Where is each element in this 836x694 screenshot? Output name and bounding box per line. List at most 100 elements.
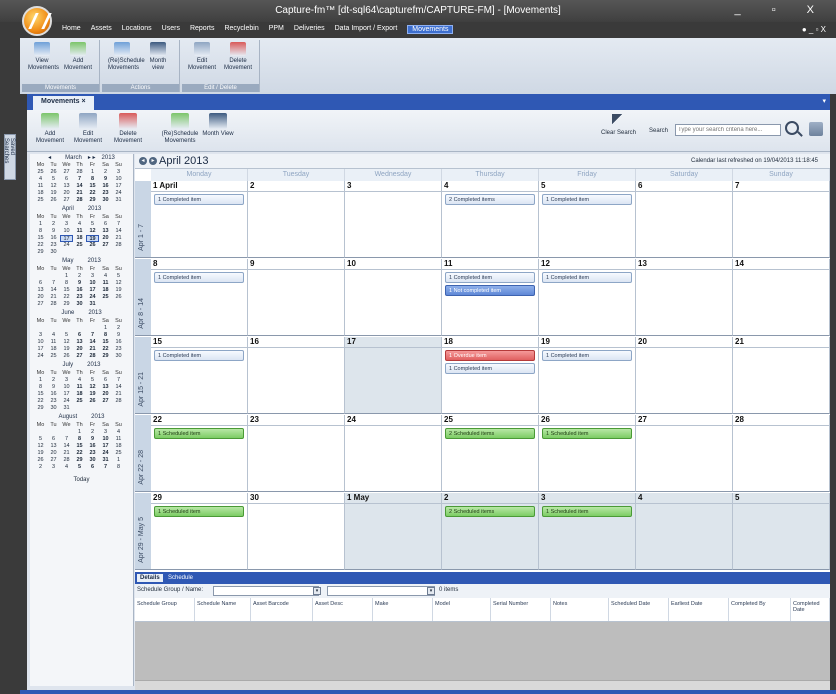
day-cell[interactable]: 12 1 Completed item xyxy=(539,259,636,336)
mini-day[interactable]: 8 xyxy=(86,176,99,183)
mini-day[interactable]: 7 xyxy=(86,332,99,339)
day-cell[interactable]: 30 xyxy=(248,493,345,570)
day-cell[interactable]: 3 xyxy=(345,181,442,258)
mini-day[interactable]: 25 xyxy=(34,197,47,204)
mini-day[interactable]: 22 xyxy=(34,398,47,405)
calendar-event[interactable]: 1 Completed item xyxy=(542,194,632,205)
column-header[interactable]: Asset Barcode xyxy=(251,598,313,621)
column-header[interactable]: Model xyxy=(433,598,491,621)
day-cell[interactable]: 26 1 Scheduled item xyxy=(539,415,636,492)
mini-day[interactable]: 17 xyxy=(60,235,73,242)
mini-day[interactable]: 30 xyxy=(47,405,60,412)
day-cell[interactable]: 8 1 Completed item xyxy=(151,259,248,336)
mini-day[interactable]: 27 xyxy=(60,197,73,204)
mini-day[interactable]: 29 xyxy=(99,353,112,360)
mini-day[interactable]: 7 xyxy=(112,221,125,228)
mini-day[interactable]: 11 xyxy=(112,436,125,443)
day-cell[interactable]: 9 xyxy=(248,259,345,336)
mini-day[interactable]: 30 xyxy=(47,249,60,256)
mini-day[interactable]: 4 xyxy=(47,332,60,339)
mini-day[interactable]: 16 xyxy=(73,287,86,294)
close-icon[interactable]: × xyxy=(81,98,85,105)
mini-day[interactable] xyxy=(73,249,86,256)
mini-day[interactable]: 17 xyxy=(99,443,112,450)
mini-day[interactable]: 16 xyxy=(86,443,99,450)
mini-day[interactable]: 29 xyxy=(73,457,86,464)
mini-day[interactable]: 19 xyxy=(86,235,99,242)
mini-day[interactable]: 6 xyxy=(73,332,86,339)
mini-day[interactable]: 4 xyxy=(99,273,112,280)
mini-day[interactable]: 13 xyxy=(99,228,112,235)
mini-day[interactable]: 9 xyxy=(47,384,60,391)
search-icon[interactable] xyxy=(785,121,799,135)
menu-right-controls[interactable]: ● _ ▫ X xyxy=(802,25,826,34)
mini-day[interactable]: 17 xyxy=(112,183,125,190)
mini-day[interactable]: 2 xyxy=(99,169,112,176)
mini-day[interactable]: 2 xyxy=(86,429,99,436)
mini-day[interactable]: 26 xyxy=(47,197,60,204)
mini-day[interactable]: 28 xyxy=(86,353,99,360)
mini-day[interactable]: 10 xyxy=(99,436,112,443)
day-cell[interactable]: 2 xyxy=(248,181,345,258)
mini-day[interactable]: 3 xyxy=(99,429,112,436)
day-cell[interactable]: 16 xyxy=(248,337,345,414)
day-cell[interactable]: 1 May xyxy=(345,493,442,570)
toolbar-button-add-movement[interactable]: Add Movement xyxy=(31,113,69,145)
calendar-event[interactable]: 2 Scheduled items xyxy=(445,428,535,439)
ribbon-button-month-view[interactable]: Month view xyxy=(144,42,172,72)
calendar-event[interactable]: 1 Scheduled item xyxy=(154,506,244,517)
next-month-icon[interactable]: ▸ xyxy=(149,157,157,165)
mini-day[interactable]: 7 xyxy=(60,436,73,443)
mini-day[interactable]: 3 xyxy=(60,377,73,384)
mini-day[interactable]: 16 xyxy=(99,183,112,190)
mini-day[interactable]: 26 xyxy=(86,398,99,405)
mini-day[interactable]: 1 xyxy=(112,457,125,464)
mini-day[interactable]: 22 xyxy=(34,242,47,249)
mini-day[interactable]: 31 xyxy=(99,457,112,464)
mini-day[interactable]: 18 xyxy=(112,443,125,450)
mini-day[interactable]: 4 xyxy=(73,377,86,384)
mini-day[interactable]: 20 xyxy=(34,294,47,301)
mini-day[interactable]: 26 xyxy=(112,294,125,301)
column-header[interactable]: Asset Desc xyxy=(313,598,373,621)
mini-day[interactable]: 12 xyxy=(86,384,99,391)
mini-day[interactable]: 30 xyxy=(86,457,99,464)
mini-day[interactable]: 1 xyxy=(86,169,99,176)
column-header[interactable]: Make xyxy=(373,598,433,621)
day-cell[interactable]: 7 xyxy=(733,181,830,258)
mini-day[interactable]: 19 xyxy=(34,450,47,457)
day-cell[interactable]: 15 1 Completed item xyxy=(151,337,248,414)
mini-day[interactable] xyxy=(34,429,47,436)
mini-day[interactable]: 10 xyxy=(60,384,73,391)
mini-day[interactable]: 5 xyxy=(112,273,125,280)
menu-item-locations[interactable]: Locations xyxy=(122,25,152,34)
mini-day[interactable]: 27 xyxy=(99,242,112,249)
mini-day[interactable]: 13 xyxy=(73,339,86,346)
mini-day[interactable]: 1 xyxy=(34,221,47,228)
mini-day[interactable]: 4 xyxy=(73,221,86,228)
mini-day[interactable]: 1 xyxy=(60,273,73,280)
mini-day[interactable]: 28 xyxy=(60,457,73,464)
calendar-event[interactable]: 1 Completed item xyxy=(542,272,632,283)
day-cell[interactable]: 10 xyxy=(345,259,442,336)
mini-day[interactable]: 15 xyxy=(60,287,73,294)
toolbar-button-delete-movement[interactable]: Delete Movement xyxy=(109,113,147,145)
day-cell[interactable]: 20 xyxy=(636,337,733,414)
mini-day[interactable]: 25 xyxy=(73,398,86,405)
mini-day[interactable]: 4 xyxy=(34,176,47,183)
mini-day[interactable]: 21 xyxy=(73,190,86,197)
mini-day[interactable]: 7 xyxy=(112,377,125,384)
mini-day[interactable]: 24 xyxy=(86,294,99,301)
mini-day[interactable]: 11 xyxy=(73,384,86,391)
mini-day[interactable]: 11 xyxy=(73,228,86,235)
mini-day[interactable]: 7 xyxy=(47,280,60,287)
layers-icon[interactable] xyxy=(809,122,823,136)
saved-searches-tab[interactable]: Saved Searches xyxy=(3,134,16,180)
mini-day[interactable]: 24 xyxy=(112,190,125,197)
mini-day[interactable]: 18 xyxy=(73,235,86,242)
window-controls[interactable]: _ ▫ X xyxy=(735,4,828,16)
column-header[interactable]: Serial Number xyxy=(491,598,551,621)
mini-day[interactable] xyxy=(112,249,125,256)
mini-day[interactable]: 23 xyxy=(47,398,60,405)
mini-day[interactable]: 2 xyxy=(73,273,86,280)
